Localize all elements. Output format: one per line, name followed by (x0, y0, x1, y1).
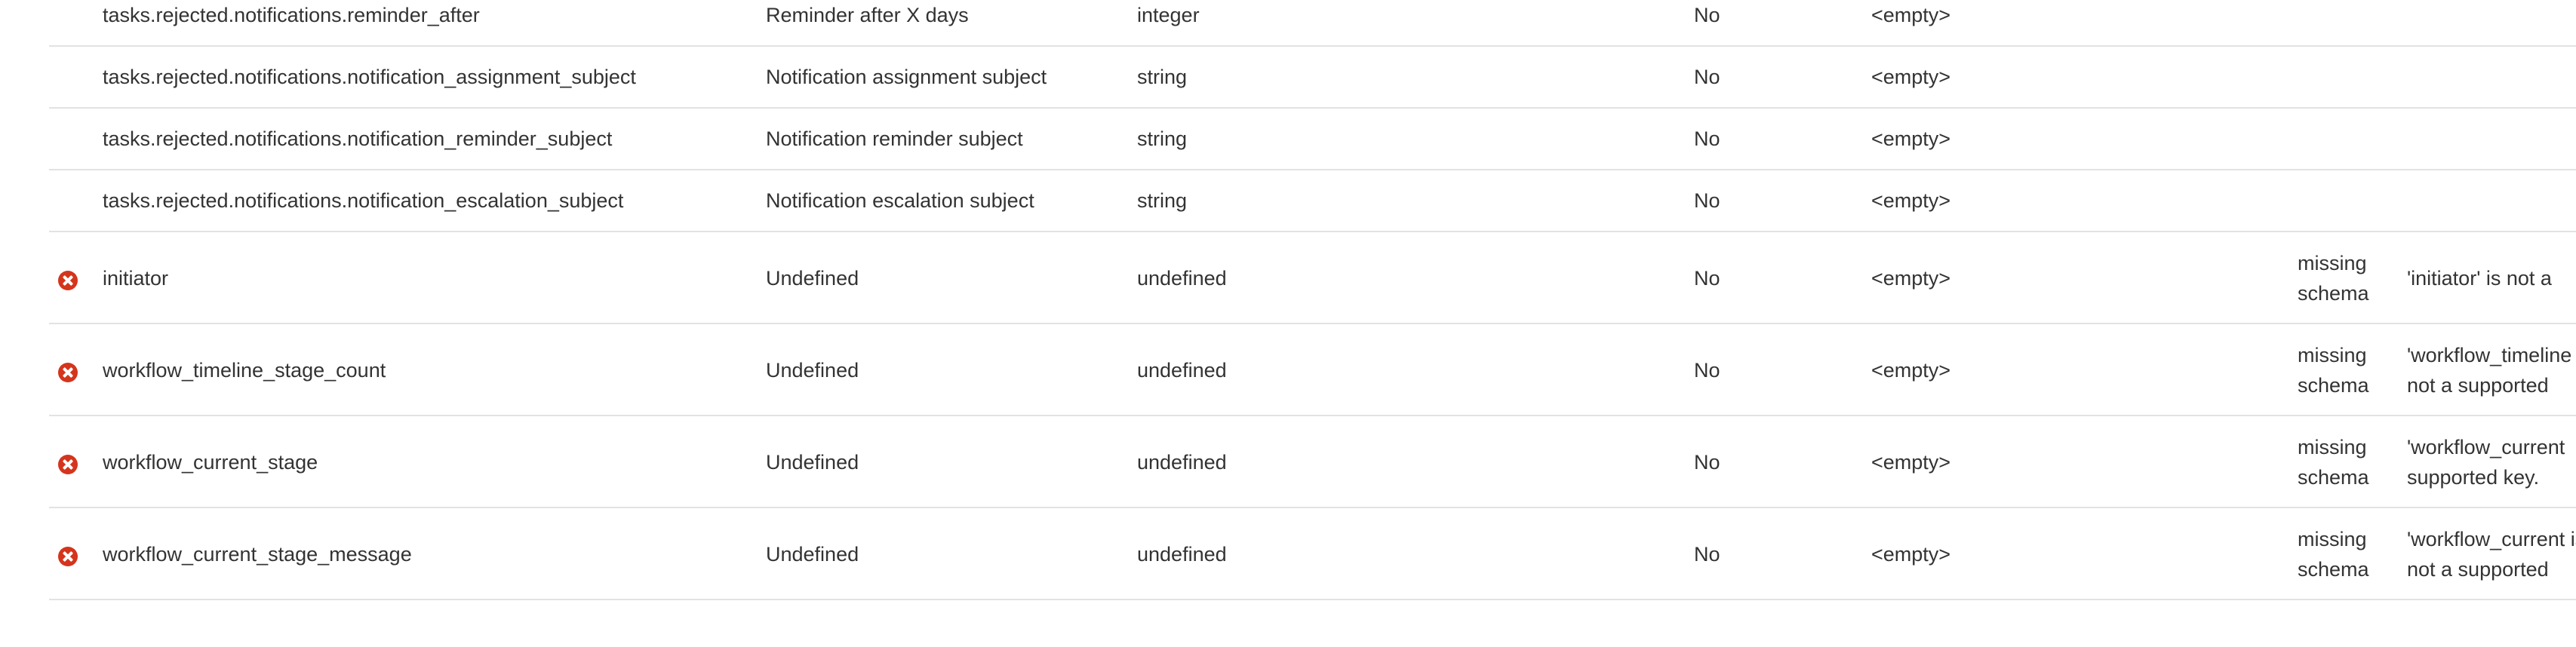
row-required: No (1694, 267, 1720, 290)
error-circle-icon (58, 452, 78, 483)
row-label: Undefined (766, 359, 859, 382)
row-type: undefined (1137, 543, 1227, 566)
row-default: <empty> (1871, 359, 1951, 382)
row-type: string (1137, 189, 1188, 212)
row-required: No (1694, 189, 1720, 212)
row-default: <empty> (1871, 267, 1951, 290)
schema-table: tasks.rejected.notifications.reminder_af… (49, 0, 2576, 600)
row-message: 'workflow_current is not a supported (2407, 528, 2576, 581)
row-key: tasks.rejected.notifications.reminder_af… (103, 4, 480, 26)
row-key: tasks.rejected.notifications.notificatio… (103, 127, 613, 150)
row-required: No (1694, 451, 1720, 474)
row-key: tasks.rejected.notifications.notificatio… (103, 66, 636, 88)
row-type: string (1137, 127, 1188, 150)
row-status: missing schema (2298, 436, 2369, 489)
row-message: 'workflow_current supported key. (2407, 436, 2565, 489)
row-required: No (1694, 66, 1720, 88)
row-default: <empty> (1871, 543, 1951, 566)
row-default: <empty> (1871, 127, 1951, 150)
row-status: missing schema (2298, 528, 2369, 581)
row-label: Notification reminder subject (766, 127, 1023, 150)
row-key: workflow_current_stage_message (103, 543, 412, 566)
row-type: undefined (1137, 451, 1227, 474)
row-label: Reminder after X days (766, 4, 969, 26)
row-label: Undefined (766, 543, 859, 566)
row-key: workflow_timeline_stage_count (103, 359, 386, 382)
row-key: tasks.rejected.notifications.notificatio… (103, 189, 624, 212)
table-row: tasks.rejected.notifications.reminder_af… (49, 0, 2576, 47)
error-circle-icon (58, 544, 78, 575)
table-row: tasks.rejected.notifications.notificatio… (49, 47, 2576, 109)
row-key: initiator (103, 267, 169, 290)
row-required: No (1694, 543, 1720, 566)
row-required: No (1694, 4, 1720, 26)
row-status: missing schema (2298, 344, 2369, 397)
error-circle-icon (58, 268, 78, 299)
row-type: string (1137, 66, 1188, 88)
row-status: missing schema (2298, 252, 2369, 305)
row-type: undefined (1137, 267, 1227, 290)
row-default: <empty> (1871, 66, 1951, 88)
row-key: workflow_current_stage (103, 451, 318, 474)
row-label: Undefined (766, 451, 859, 474)
row-required: No (1694, 359, 1720, 382)
table-row: tasks.rejected.notifications.notificatio… (49, 170, 2576, 232)
table-row-error: workflow_current_stage Undefined undefin… (49, 416, 2576, 508)
row-default: <empty> (1871, 451, 1951, 474)
row-default: <empty> (1871, 4, 1951, 26)
table-row-error: workflow_current_stage_message Undefined… (49, 508, 2576, 600)
table-row-error: workflow_timeline_stage_count Undefined … (49, 324, 2576, 416)
row-type: integer (1137, 4, 1200, 26)
table-row: tasks.rejected.notifications.notificatio… (49, 109, 2576, 170)
row-message: 'initiator' is not a (2407, 267, 2552, 290)
row-type: undefined (1137, 359, 1227, 382)
row-label: Notification assignment subject (766, 66, 1047, 88)
row-label: Notification escalation subject (766, 189, 1034, 212)
row-default: <empty> (1871, 189, 1951, 212)
row-label: Undefined (766, 267, 859, 290)
table-row-error: initiator Undefined undefined No <empty>… (49, 232, 2576, 324)
row-required: No (1694, 127, 1720, 150)
row-message: 'workflow_timeline is not a supported (2407, 344, 2576, 397)
error-circle-icon (58, 360, 78, 391)
